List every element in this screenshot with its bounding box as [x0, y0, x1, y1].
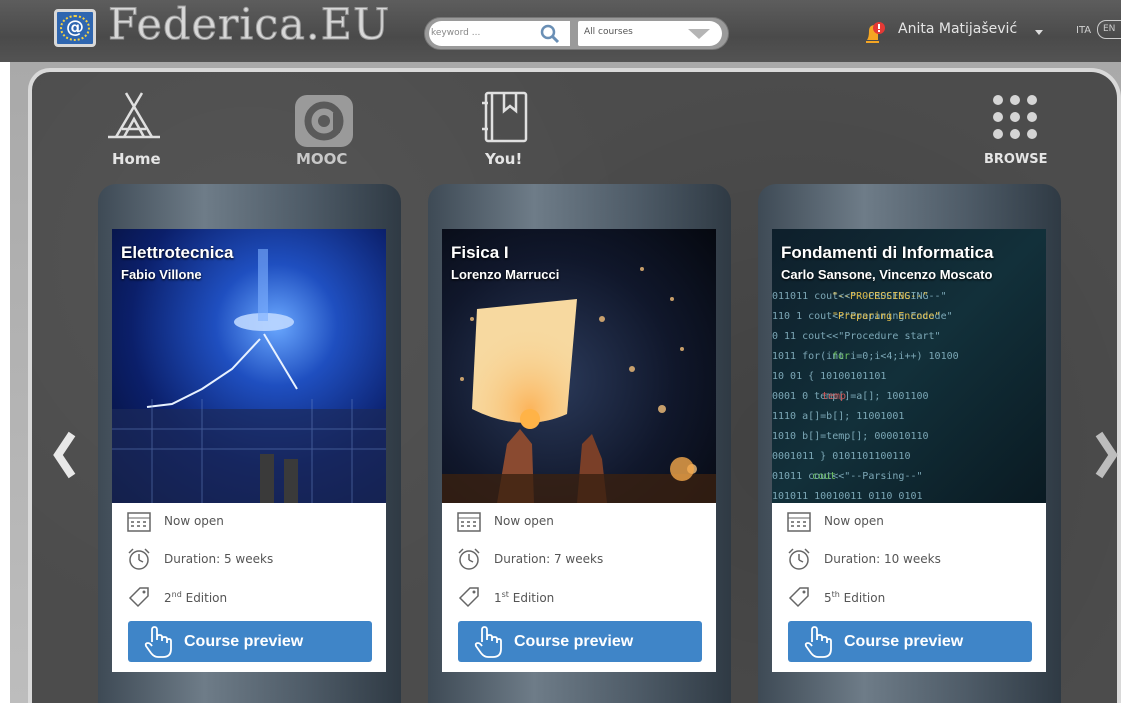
- edition-suffix: st: [501, 589, 509, 599]
- course-card[interactable]: Fisica I Lorenzo Marrucci Now open Durat…: [428, 184, 731, 703]
- edition-word: Edition: [181, 590, 228, 605]
- course-status: Now open: [494, 514, 554, 528]
- svg-text:cout: cout: [812, 471, 836, 482]
- course-duration: Duration: 7 weeks: [494, 552, 604, 566]
- nav-you[interactable]: You!: [485, 150, 522, 168]
- course-duration-row: Duration: 5 weeks: [126, 548, 273, 570]
- course-duration-row: Duration: 10 weeks: [786, 548, 941, 570]
- user-menu[interactable]: Anita Matijašević: [898, 21, 1017, 37]
- calendar-icon: [127, 512, 151, 532]
- top-bar: @ Federica.EU keyword ... All courses An…: [0, 0, 1121, 62]
- course-status-row: Now open: [126, 510, 224, 532]
- you-book-icon[interactable]: [476, 89, 534, 147]
- course-filter-select[interactable]: All courses: [578, 21, 722, 46]
- hand-pointer-icon: [144, 625, 172, 658]
- alarm-clock-icon: [458, 548, 480, 570]
- svg-text:1010 b[]=temp[]; 000010110: 1010 b[]=temp[]; 000010110: [772, 431, 929, 442]
- course-image[interactable]: 011011 cout<<"--PROCESSING--" 110 1 cout…: [772, 229, 1046, 503]
- svg-text:101011 10010011 0110 0101: 101011 10010011 0110 0101: [772, 491, 923, 502]
- course-title[interactable]: Fondamenti di Informatica: [781, 243, 994, 263]
- alarm-clock-icon: [128, 548, 150, 570]
- hand-pointer-icon: [804, 625, 832, 658]
- edition-suffix: nd: [171, 589, 182, 599]
- course-author: Carlo Sansone, Vincenzo Moscato: [781, 267, 993, 282]
- bell-icon[interactable]: [864, 20, 886, 46]
- course-image[interactable]: Fisica I Lorenzo Marrucci: [442, 229, 716, 503]
- edition-number: 2: [164, 590, 172, 605]
- course-duration-row: Duration: 7 weeks: [456, 548, 603, 570]
- svg-text:01011 cout<<"--Parsing--": 01011 cout<<"--Parsing--": [772, 471, 923, 482]
- course-preview-label: Course preview: [844, 632, 964, 650]
- nav-home[interactable]: Home: [112, 150, 161, 168]
- svg-text:temp: temp: [822, 391, 846, 402]
- course-duration: Duration: 5 weeks: [164, 552, 274, 566]
- course-card[interactable]: 011011 cout<<"--PROCESSING--" 110 1 cout…: [758, 184, 1061, 703]
- tag-icon: [458, 587, 479, 608]
- course-card-body: Fisica I Lorenzo Marrucci Now open Durat…: [442, 229, 716, 672]
- language-en[interactable]: EN: [1097, 20, 1121, 39]
- alarm-clock-icon: [788, 548, 810, 570]
- home-tent-icon[interactable]: [102, 89, 166, 149]
- course-edition-row: 5th Edition: [786, 586, 885, 608]
- user-menu-chevron-icon[interactable]: [1035, 30, 1043, 35]
- course-status-row: Now open: [456, 510, 554, 532]
- svg-text:1011 for(int i=0;i<4;i++) 1010: 1011 for(int i=0;i<4;i++) 10100: [772, 351, 959, 362]
- course-edition: 1st Edition: [494, 590, 554, 605]
- svg-text:10 01 { 10100101101: 10 01 { 10100101101: [772, 371, 886, 382]
- course-author: Lorenzo Marrucci: [451, 267, 560, 282]
- course-author: Fabio Villone: [121, 267, 202, 282]
- course-preview-button[interactable]: Course preview: [788, 621, 1032, 662]
- language-ita[interactable]: ITA: [1076, 25, 1091, 36]
- calendar-icon: [787, 512, 811, 532]
- course-status: Now open: [824, 514, 884, 528]
- hand-pointer-icon: [474, 625, 502, 658]
- course-status-row: Now open: [786, 510, 884, 532]
- course-edition: 2nd Edition: [164, 590, 227, 605]
- tag-icon: [788, 587, 809, 608]
- edition-number: 5: [824, 590, 832, 605]
- svg-text:0 11 cout<<"Procedure start": 0 11 cout<<"Procedure start": [772, 331, 941, 342]
- nav-mooc[interactable]: MOOC: [296, 150, 347, 168]
- course-preview-label: Course preview: [514, 632, 634, 650]
- search-input[interactable]: keyword ...: [429, 21, 541, 46]
- carousel-next-arrow-icon[interactable]: [1093, 430, 1119, 480]
- course-image[interactable]: Elettrotecnica Fabio Villone: [112, 229, 386, 503]
- svg-text:for: for: [832, 351, 850, 362]
- logo-icon[interactable]: @: [54, 9, 96, 47]
- course-preview-label: Course preview: [184, 632, 304, 650]
- edition-word: Edition: [508, 590, 555, 605]
- edition-number: 1: [494, 590, 502, 605]
- course-duration: Duration: 10 weeks: [824, 552, 941, 566]
- search-button[interactable]: [530, 21, 570, 46]
- nav-browse[interactable]: BROWSE: [984, 152, 1048, 167]
- svg-text:"Preparing Encode": "Preparing Encode": [832, 311, 940, 322]
- course-card-body: Elettrotecnica Fabio Villone Now open Du…: [112, 229, 386, 672]
- edition-word: Edition: [839, 590, 886, 605]
- svg-text:0001 0 temp[]=a[]; 1001100: 0001 0 temp[]=a[]; 1001100: [772, 391, 929, 402]
- course-preview-button[interactable]: Course preview: [128, 621, 372, 662]
- course-edition-row: 1st Edition: [456, 586, 554, 608]
- svg-text:0001011 } 0101101100110: 0001011 } 0101101100110: [772, 451, 910, 462]
- brand-title[interactable]: Federica.EU: [107, 0, 390, 51]
- edition-suffix: th: [831, 589, 840, 599]
- svg-text:1110 a[]=b[]; 11001001: 1110 a[]=b[]; 11001001: [772, 411, 904, 422]
- tag-icon: [128, 587, 149, 608]
- course-preview-button[interactable]: Course preview: [458, 621, 702, 662]
- course-title[interactable]: Elettrotecnica: [121, 243, 233, 263]
- svg-text:"--PROCESSING--": "--PROCESSING--": [832, 291, 928, 302]
- browse-grid-icon[interactable]: [990, 92, 1040, 142]
- logo-at-sign: @: [66, 17, 84, 38]
- course-status: Now open: [164, 514, 224, 528]
- course-filter-value: All courses: [584, 27, 633, 37]
- course-title[interactable]: Fisica I: [451, 243, 509, 263]
- course-edition: 5th Edition: [824, 590, 885, 605]
- search-icon: [540, 24, 560, 43]
- calendar-icon: [457, 512, 481, 532]
- carousel-prev-arrow-icon[interactable]: [52, 430, 78, 480]
- course-edition-row: 2nd Edition: [126, 586, 227, 608]
- mooc-at-icon[interactable]: [293, 93, 355, 149]
- chevron-down-icon: [688, 29, 710, 39]
- course-card-body: 011011 cout<<"--PROCESSING--" 110 1 cout…: [772, 229, 1046, 672]
- course-card[interactable]: Elettrotecnica Fabio Villone Now open Du…: [98, 184, 401, 703]
